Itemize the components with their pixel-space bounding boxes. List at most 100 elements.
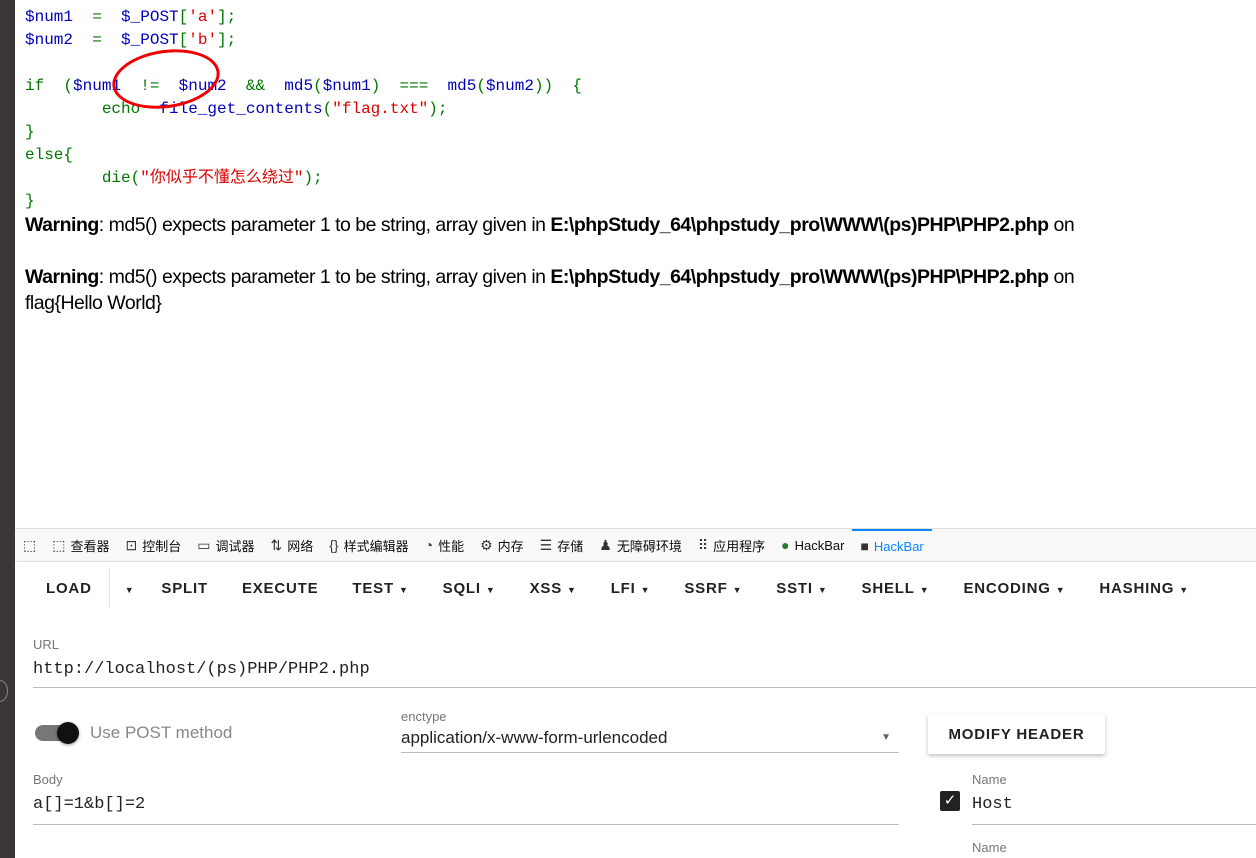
menu-lfi[interactable]: LFI ▼ bbox=[594, 580, 668, 597]
code-token: && bbox=[245, 77, 285, 95]
warning-label: Warning bbox=[25, 214, 99, 236]
header-checkbox[interactable]: ✓ bbox=[940, 791, 960, 811]
warning-text: : md5() expects parameter 1 to be string… bbox=[98, 214, 551, 236]
code-line: } bbox=[25, 121, 582, 144]
menu-label: ENCODING bbox=[963, 579, 1051, 597]
code-token: $num2 bbox=[485, 77, 534, 95]
code-line: else{ bbox=[25, 144, 582, 167]
tab-label: 控制台 bbox=[142, 538, 182, 554]
menu-label: SSTI bbox=[776, 579, 813, 597]
warning-text: : md5() expects parameter 1 to be string… bbox=[98, 266, 551, 288]
tab-label: HackBar bbox=[794, 537, 845, 553]
devtools-tab[interactable]: ⇅ 网络 bbox=[262, 529, 321, 561]
caret-down-icon: ▼ bbox=[919, 584, 930, 595]
code-token: $num1 bbox=[25, 8, 74, 26]
menu-xss[interactable]: XSS ▼ bbox=[513, 580, 594, 597]
tab-icon: ♟ bbox=[599, 536, 612, 553]
code-line: $num2 = $_POST['b']; bbox=[25, 29, 582, 52]
tab-label: 查看器 bbox=[70, 538, 110, 554]
php-source-code: $num1 = $_POST['a']; $num2 = $_POST['b'];… bbox=[25, 6, 582, 213]
hackbar-menu: LOAD ▼ SPLIT EXECUTE TEST ▼ SQLI ▼ XSS ▼ LFI ▼ SSRF ▼… bbox=[15, 562, 1256, 614]
code-line: echo file_get_contents("flag.txt"); bbox=[25, 98, 582, 121]
code-token: [ bbox=[178, 31, 189, 49]
warning-message: Warning: md5() expects parameter 1 to be… bbox=[25, 266, 1075, 289]
devtools-tab[interactable]: ● HackBar bbox=[773, 529, 852, 561]
modify-header-button[interactable]: MODIFY HEADER bbox=[928, 714, 1105, 754]
code-token: = bbox=[73, 8, 122, 26]
devtools-tab[interactable]: ▭ 调试器 bbox=[189, 529, 262, 561]
header-name-label: Name bbox=[972, 840, 1007, 855]
menu-hashing[interactable]: HASHING ▼ bbox=[1082, 580, 1206, 597]
element-picker-button[interactable]: ⬚ bbox=[15, 529, 44, 561]
tab-icon: ⠿ bbox=[697, 536, 709, 553]
post-method-label: Use POST method bbox=[90, 723, 233, 742]
devtools-tab[interactable]: ◔ 性能 bbox=[417, 529, 472, 561]
url-input[interactable]: http://localhost/(ps)PHP/PHP2.php bbox=[33, 660, 1256, 688]
menu-ssrf[interactable]: SSRF ▼ bbox=[667, 580, 759, 597]
tab-icon: ⬚ bbox=[52, 536, 66, 553]
menu-split[interactable]: SPLIT bbox=[144, 580, 225, 597]
caret-down-icon: ▼ bbox=[398, 584, 409, 595]
warning-tail: on bbox=[1048, 266, 1075, 288]
body-input[interactable]: a[]=1&b[]=2 bbox=[33, 795, 899, 825]
post-method-toggle[interactable] bbox=[35, 722, 79, 744]
menu-shell[interactable]: SHELL ▼ bbox=[845, 580, 947, 597]
enctype-value: application/x-www-form-urlencoded bbox=[401, 728, 668, 747]
header-name-input[interactable]: Host bbox=[972, 795, 1256, 825]
code-token: } bbox=[25, 192, 35, 210]
load-dropdown-button[interactable]: ▼ bbox=[110, 580, 145, 597]
devtools-tab[interactable]: ♟ 无障碍环境 bbox=[591, 529, 690, 561]
devtools-tab[interactable]: {} 样式编辑器 bbox=[321, 529, 416, 561]
menu-load[interactable]: LOAD bbox=[15, 580, 109, 597]
url-label: URL bbox=[33, 637, 60, 652]
code-line bbox=[25, 52, 582, 75]
menu-label: EXECUTE bbox=[241, 579, 319, 597]
menu-test[interactable]: TEST ▼ bbox=[335, 580, 425, 597]
page-content: $num1 = $_POST['a']; $num2 = $_POST['b'];… bbox=[15, 0, 1256, 528]
devtools-tab[interactable]: ■ HackBar bbox=[852, 529, 932, 561]
devtools-tab[interactable]: ⊡ 控制台 bbox=[117, 529, 189, 561]
header-name-label: Name bbox=[972, 772, 1007, 787]
warning-message: Warning: md5() expects parameter 1 to be… bbox=[25, 214, 1075, 237]
code-token: ( bbox=[476, 77, 486, 95]
menu-sqli[interactable]: SQLI ▼ bbox=[426, 580, 513, 597]
devtools-tab[interactable]: ⚙ 内存 bbox=[472, 529, 532, 561]
tab-label: HackBar bbox=[873, 538, 924, 554]
tab-icon: ◔ bbox=[424, 537, 434, 553]
tab-icon: ⬚ bbox=[23, 536, 37, 553]
code-line: die("你似乎不懂怎么绕过"); bbox=[25, 167, 582, 190]
code-token: )) { bbox=[533, 77, 582, 95]
menu-label: TEST bbox=[352, 579, 394, 597]
tab-label: 调试器 bbox=[215, 538, 255, 554]
code-token: ]; bbox=[217, 31, 237, 49]
devtools-tab[interactable]: ⬚ 查看器 bbox=[44, 529, 117, 561]
code-token: [ bbox=[178, 8, 189, 26]
tab-label: 样式编辑器 bbox=[343, 538, 409, 554]
caret-down-icon: ▼ bbox=[485, 584, 496, 595]
caret-down-icon: ▼ bbox=[124, 584, 135, 595]
devtools-tab[interactable]: ⠿ 应用程序 bbox=[690, 529, 773, 561]
tab-icon: ⊡ bbox=[125, 536, 138, 553]
caret-down-icon: ▼ bbox=[1055, 584, 1066, 595]
devtools-tab[interactable]: ☰ 存储 bbox=[532, 529, 592, 561]
menu-encoding[interactable]: ENCODING ▼ bbox=[946, 580, 1082, 597]
code-line: if ($num1 != $num2 && md5($num1) === md5… bbox=[25, 75, 582, 98]
caret-down-icon: ▼ bbox=[732, 584, 743, 595]
enctype-select[interactable]: application/x-www-form-urlencoded ▼ bbox=[401, 728, 899, 753]
menu-label: XSS bbox=[529, 579, 562, 597]
menu-label: SSRF bbox=[684, 579, 728, 597]
menu-label: SHELL bbox=[861, 579, 915, 597]
menu-execute[interactable]: EXECUTE bbox=[225, 580, 335, 597]
edge-handle-icon bbox=[0, 680, 8, 702]
tab-label: 性能 bbox=[438, 538, 465, 554]
tab-icon: ■ bbox=[860, 538, 869, 554]
menu-ssti[interactable]: SSTI ▼ bbox=[759, 580, 844, 597]
code-token: $_POST bbox=[121, 31, 179, 49]
code-token: "你似乎不懂怎么绕过" bbox=[140, 169, 304, 187]
devtools-tabbar: ⬚ ⬚ 查看器 ⊡ 控制台 ▭ 调试器 ⇅ 网络{} 样式编辑器 ◔ 性能 ⚙ 内存 ☰ 存储 ♟ 无障碍环境 ⠿ 应… bbox=[15, 528, 1256, 562]
tab-icon: ☰ bbox=[539, 536, 553, 553]
enctype-label: enctype bbox=[401, 709, 447, 724]
code-token: } bbox=[25, 123, 35, 141]
hackbar-panel: LOAD ▼ SPLIT EXECUTE TEST ▼ SQLI ▼ XSS ▼ LFI ▼ SSRF ▼… bbox=[15, 562, 1256, 858]
tab-label: 网络 bbox=[287, 538, 314, 554]
